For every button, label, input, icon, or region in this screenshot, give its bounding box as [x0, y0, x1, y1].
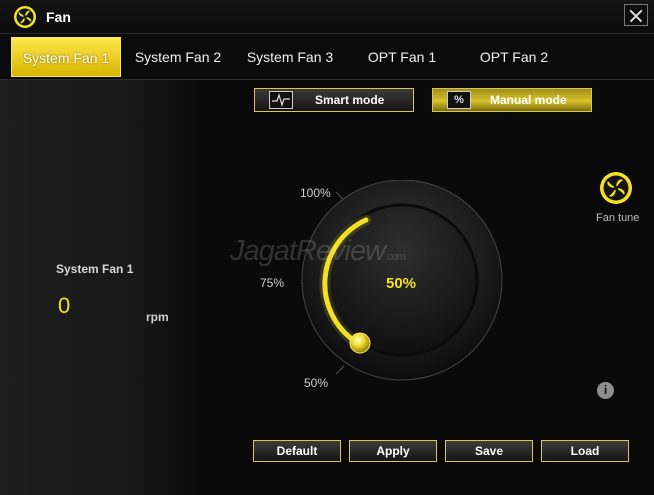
tab-opt-fan-2[interactable]: OPT Fan 2: [464, 37, 564, 77]
dial-label-50: 50%: [304, 376, 329, 390]
fan-tabs: System Fan 1 System Fan 2 System Fan 3 O…: [0, 34, 654, 80]
tab-opt-fan-1[interactable]: OPT Fan 1: [352, 37, 452, 77]
watermark: JagatReview.com: [230, 235, 406, 267]
close-button[interactable]: [624, 4, 648, 26]
dial-value-readout: 50%: [386, 275, 417, 292]
tab-system-fan-1[interactable]: System Fan 1: [11, 37, 121, 77]
tab-system-fan-2[interactable]: System Fan 2: [125, 37, 231, 77]
title-bar: Fan: [0, 0, 654, 34]
manual-mode-label: Manual mode: [490, 93, 567, 107]
tab-system-fan-3[interactable]: System Fan 3: [237, 37, 343, 77]
fan-name-label: System Fan 1: [56, 262, 134, 276]
dial-label-75: 75%: [260, 276, 285, 290]
window-title: Fan: [46, 9, 71, 25]
fan-tune-label: Fan tune: [596, 212, 640, 224]
apply-button[interactable]: Apply: [349, 440, 437, 462]
graph-icon: [269, 91, 293, 109]
smart-mode-label: Smart mode: [315, 93, 385, 107]
percent-icon: %: [447, 91, 471, 109]
fan-tune-icon: [600, 172, 632, 204]
save-button[interactable]: Save: [445, 440, 533, 462]
smart-mode-button[interactable]: Smart mode: [254, 88, 414, 112]
fan-status-panel: System Fan 1 0 rpm: [0, 80, 200, 495]
info-icon[interactable]: i: [597, 382, 614, 399]
rpm-unit-label: rpm: [146, 310, 169, 324]
dial-knob[interactable]: [349, 332, 371, 354]
dial-label-100: 100%: [300, 186, 331, 200]
fan-icon: [14, 6, 36, 28]
manual-mode-button[interactable]: % Manual mode: [432, 88, 592, 112]
fan-rpm-value: 0: [58, 293, 71, 318]
default-button[interactable]: Default: [253, 440, 341, 462]
load-button[interactable]: Load: [541, 440, 629, 462]
